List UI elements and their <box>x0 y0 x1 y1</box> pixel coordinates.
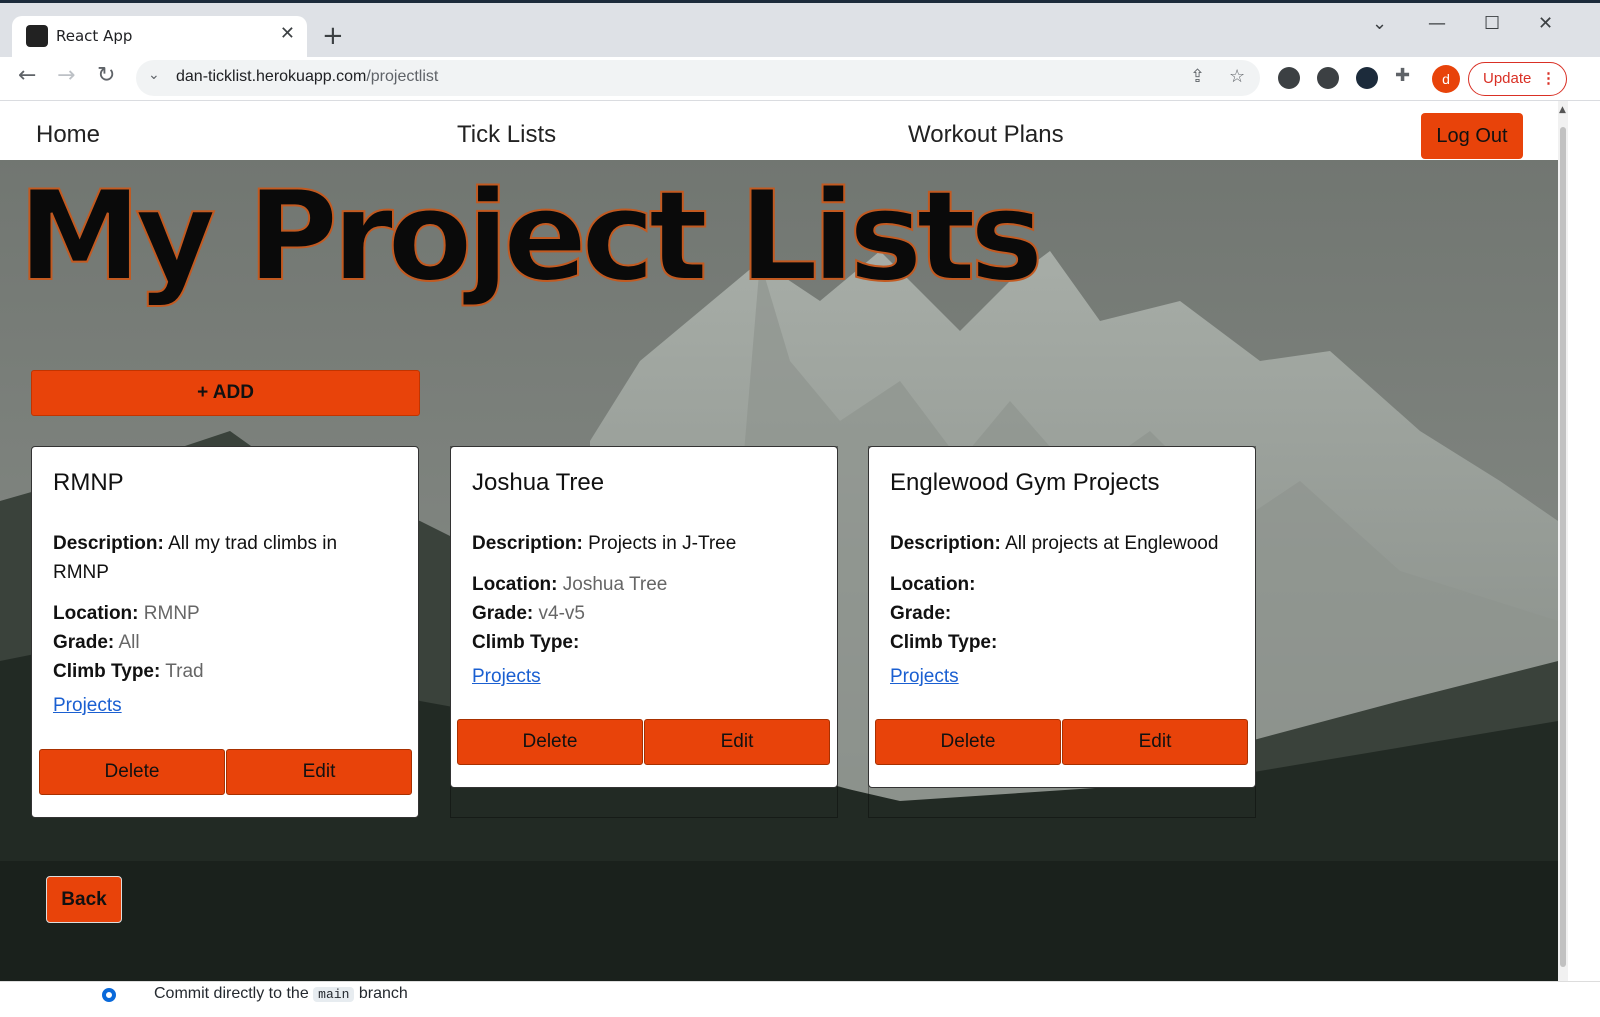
page-content: Home Tick Lists Workout Plans Log Out My… <box>0 101 1558 981</box>
new-tab-button[interactable]: + <box>322 21 344 51</box>
edit-button[interactable]: Edit <box>1062 719 1248 765</box>
card-location: Location: <box>890 574 976 595</box>
page-scrollbar[interactable]: ▲ <box>1558 101 1568 981</box>
card-description: Description: All projects at Englewood <box>890 533 1219 554</box>
react-favicon-icon <box>26 25 48 47</box>
logout-button[interactable]: Log Out <box>1421 113 1523 159</box>
delete-button[interactable]: Delete <box>875 719 1061 765</box>
project-list-card: RMNP Description: All my trad climbs in … <box>31 446 419 818</box>
edit-button[interactable]: Edit <box>226 749 412 795</box>
site-info-icon[interactable]: ⌄ <box>148 67 160 83</box>
projects-link[interactable]: Projects <box>53 695 122 717</box>
share-icon[interactable]: ⇪ <box>1190 66 1205 87</box>
card-climb-type: Climb Type: <box>890 632 998 653</box>
nav-workout-plans-link[interactable]: Workout Plans <box>908 121 1064 149</box>
card-location: Location: RMNP <box>53 603 200 624</box>
url-text: dan-ticklist.herokuapp.com/projectlist <box>176 68 439 85</box>
card-description: Description: Projects in J-Tree <box>472 533 737 554</box>
card-title: Englewood Gym Projects <box>890 469 1160 496</box>
delete-button[interactable]: Delete <box>457 719 643 765</box>
browser-tabstrip: React App ✕ + ⌄ — ☐ ✕ <box>0 0 1600 60</box>
project-list-card: Joshua Tree Description: Projects in J-T… <box>450 446 838 788</box>
nav-tick-lists-link[interactable]: Tick Lists <box>457 121 556 149</box>
address-bar[interactable]: ⌄ dan-ticklist.herokuapp.com/projectlist… <box>136 60 1260 96</box>
project-list-card: Englewood Gym Projects Description: All … <box>868 446 1256 788</box>
delete-button[interactable]: Delete <box>39 749 225 795</box>
bookmark-star-icon[interactable]: ☆ <box>1229 66 1245 87</box>
extension-icon[interactable] <box>1278 67 1300 89</box>
card-location: Location: Joshua Tree <box>472 574 668 595</box>
maximize-icon[interactable]: ☐ <box>1484 13 1500 34</box>
card-title: RMNP <box>53 469 124 496</box>
tab-title: React App <box>56 27 133 45</box>
commit-option-label: Commit directly to the main branch <box>154 985 408 1002</box>
projects-link[interactable]: Projects <box>890 666 959 688</box>
react-devtools-icon[interactable] <box>1356 67 1378 89</box>
card-grade: Grade: All <box>53 632 140 653</box>
reload-icon[interactable]: ↻ <box>97 63 115 88</box>
card-title: Joshua Tree <box>472 469 605 496</box>
edit-button[interactable]: Edit <box>644 719 830 765</box>
card-grade: Grade: v4-v5 <box>472 603 585 624</box>
tab-search-icon[interactable]: ⌄ <box>1372 13 1387 34</box>
card-grade: Grade: <box>890 603 952 624</box>
minimize-icon[interactable]: — <box>1428 13 1446 34</box>
commit-radio[interactable] <box>102 988 116 1002</box>
back-arrow-icon[interactable]: ← <box>18 63 36 88</box>
card-description: Description: All my trad climbs in RMNP <box>53 533 338 583</box>
scroll-up-arrow-icon[interactable]: ▲ <box>1559 105 1566 115</box>
card-climb-type: Climb Type: Trad <box>53 661 204 682</box>
card-climb-type: Climb Type: <box>472 632 580 653</box>
background-window: Commit directly to the main branch <box>0 981 1600 1017</box>
forward-arrow-icon[interactable]: → <box>57 63 75 88</box>
page-title: My Project Lists <box>17 164 1045 310</box>
nav-home-link[interactable]: Home <box>36 121 100 149</box>
tab-close-icon[interactable]: ✕ <box>280 23 295 44</box>
browser-tab[interactable]: React App ✕ <box>12 16 307 60</box>
extension-icon[interactable] <box>1317 67 1339 89</box>
back-button[interactable]: Back <box>46 876 122 923</box>
menu-dots-icon: ⋮ <box>1541 70 1556 87</box>
update-button[interactable]: Update ⋮ <box>1468 62 1567 96</box>
close-window-icon[interactable]: ✕ <box>1538 13 1553 34</box>
browser-toolbar: ← → ↻ ⌄ dan-ticklist.herokuapp.com/proje… <box>0 57 1600 101</box>
projects-link[interactable]: Projects <box>472 666 541 688</box>
add-list-button[interactable]: + ADD <box>31 370 420 416</box>
scrollbar-thumb[interactable] <box>1560 127 1566 967</box>
profile-avatar[interactable]: d <box>1432 65 1460 93</box>
extensions-puzzle-icon[interactable]: ✚ <box>1395 65 1410 86</box>
app-navbar: Home Tick Lists Workout Plans Log Out <box>0 101 1558 160</box>
